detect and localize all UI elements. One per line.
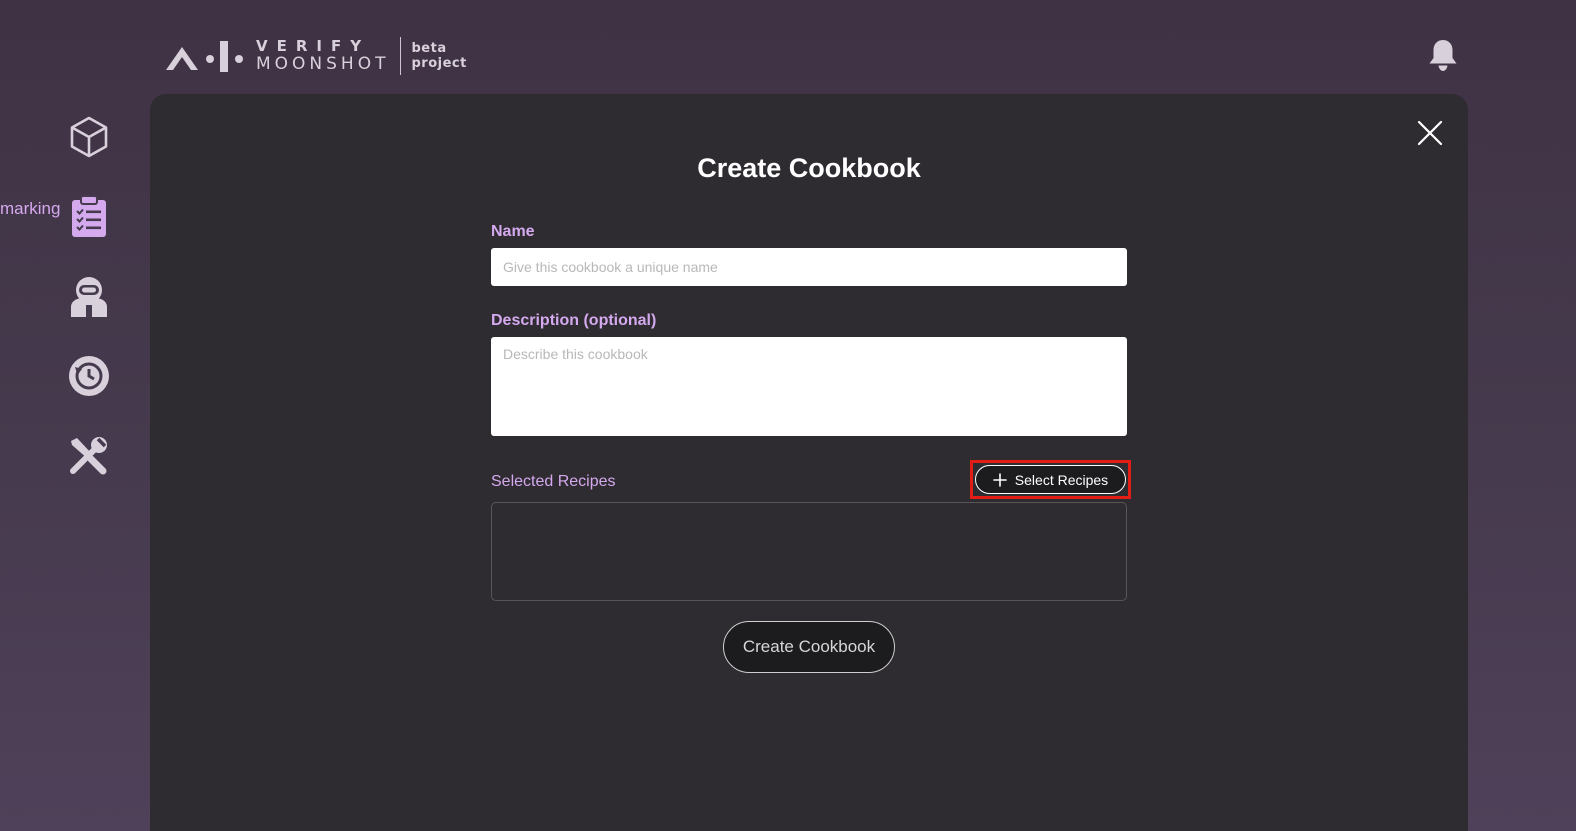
modal-title: Create Cookbook (697, 153, 921, 183)
history-clock-icon[interactable] (68, 355, 110, 402)
logo-moonshot-text: MOONSHOT (256, 54, 390, 74)
select-recipes-label: Select Recipes (1014, 471, 1109, 488)
description-textarea[interactable] (491, 337, 1127, 436)
description-label: Description (optional) (491, 312, 657, 329)
name-input[interactable] (491, 248, 1127, 286)
bell-icon[interactable] (1427, 38, 1459, 72)
close-icon[interactable] (1417, 120, 1443, 146)
name-label: Name (491, 223, 535, 240)
select-recipes-button[interactable]: Select Recipes (975, 465, 1126, 494)
astronaut-icon[interactable] (67, 275, 111, 324)
selected-recipes-list (491, 502, 1127, 601)
cube-icon[interactable] (68, 115, 110, 164)
selected-recipes-label: Selected Recipes (491, 473, 616, 490)
logo-beta-text: beta (411, 41, 447, 56)
clipboard-checklist-icon[interactable] (70, 194, 108, 243)
create-cookbook-modal: Create Cookbook Name Description (option… (150, 94, 1468, 831)
create-cookbook-button[interactable]: Create Cookbook (723, 621, 895, 673)
plus-icon (992, 472, 1007, 487)
logo-project-text: project (411, 56, 467, 71)
sidebar-item-label[interactable]: marking (0, 199, 60, 219)
logo-verify-text: VERIFY (256, 37, 371, 55)
aiverify-mark-icon (164, 39, 244, 73)
tools-icon[interactable] (67, 435, 109, 482)
app-logo[interactable]: VERIFY MOONSHOT beta project (164, 36, 467, 76)
